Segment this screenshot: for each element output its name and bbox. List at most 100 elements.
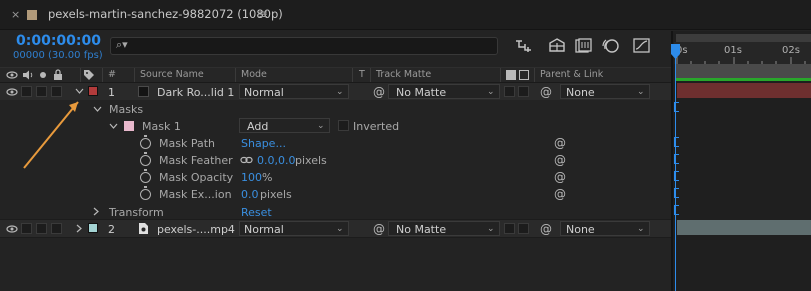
mask-path-value[interactable]: Shape... xyxy=(241,138,286,149)
layer-2-track-matte-dropdown[interactable]: No Matte ⌄ xyxy=(388,221,500,236)
draft-3d-icon[interactable] xyxy=(548,37,566,55)
layer-2-expand-chevron-icon[interactable] xyxy=(76,224,83,233)
time-ruler[interactable]: 0s 01s 02s xyxy=(674,42,811,64)
transform-expand-chevron-icon[interactable] xyxy=(93,207,100,216)
layer-2-duration-bar[interactable] xyxy=(677,220,811,235)
column-header-source-name[interactable]: Source Name xyxy=(140,70,204,80)
layer-1-duration-bar[interactable] xyxy=(677,83,811,98)
mask-opacity-row xyxy=(0,169,671,186)
lock-icon[interactable] xyxy=(53,69,63,80)
mask-1-inverted-checkbox[interactable] xyxy=(338,120,349,131)
composition-tab-title[interactable]: pexels-martin-sanchez-9882072 (1080p) xyxy=(48,8,283,21)
layer-1-track-matte-dropdown[interactable]: No Matte ⌄ xyxy=(388,84,500,99)
transform-row[interactable] xyxy=(0,203,671,220)
mask-feather-stopwatch-icon[interactable] xyxy=(140,152,151,166)
layer-2-name[interactable]: pexels-....mp4 xyxy=(157,224,235,235)
mask-path-stopwatch-icon[interactable] xyxy=(140,135,151,149)
mask-1-mode-dropdown[interactable]: Add ⌄ xyxy=(239,118,330,133)
constrain-proportions-link-icon[interactable] xyxy=(240,156,253,164)
mask-expansion-pickwhip-icon[interactable]: @ xyxy=(554,187,566,201)
column-header-mode[interactable]: Mode xyxy=(241,70,267,80)
layer-1-parent-value: None xyxy=(566,86,595,99)
audio-icon[interactable] xyxy=(22,70,34,80)
mask-feather-value[interactable]: 0.0,0.0 xyxy=(257,155,295,166)
graph-editor-icon[interactable] xyxy=(632,37,652,55)
layer-2-lock-switch[interactable] xyxy=(51,223,62,234)
column-separator xyxy=(370,68,371,82)
current-time-display[interactable]: 0:00:00:00 xyxy=(16,34,101,48)
mask-expansion-value[interactable]: 0.0 xyxy=(241,189,259,200)
mask-feather-pickwhip-icon[interactable]: @ xyxy=(554,153,566,167)
layer-1-mode-dropdown[interactable]: Normal ⌄ xyxy=(239,84,349,99)
row-divider xyxy=(0,237,671,238)
layer-2-solo-switch[interactable] xyxy=(36,223,47,234)
chevron-down-icon: ⌄ xyxy=(637,224,645,234)
track-matte-pickwhip-icon[interactable]: @ xyxy=(373,222,385,236)
column-header-parent-link[interactable]: Parent & Link xyxy=(540,70,603,80)
panel-menu-icon[interactable]: ≡ xyxy=(258,8,268,20)
matte-alpha-icon xyxy=(506,70,516,80)
layer-2-matte-switch[interactable] xyxy=(504,223,515,234)
layer-1-matte-switch-2[interactable] xyxy=(518,86,529,97)
transform-label: Transform xyxy=(109,206,164,219)
layer-1-number: 1 xyxy=(108,86,115,99)
mask-path-label: Mask Path xyxy=(159,137,215,150)
masks-expand-chevron-icon[interactable] xyxy=(93,106,102,113)
mask-expansion-stopwatch-icon[interactable] xyxy=(140,186,151,200)
layer-1-visibility-icon[interactable] xyxy=(6,87,18,97)
layer-1-parent-dropdown[interactable]: None ⌄ xyxy=(560,84,650,99)
time-navigator-bar[interactable] xyxy=(676,34,811,42)
layer-1-matte-switch[interactable] xyxy=(504,86,515,97)
mask-opacity-stopwatch-icon[interactable] xyxy=(140,169,151,183)
parent-pickwhip-icon[interactable]: @ xyxy=(540,222,552,236)
mask-1-color-swatch[interactable] xyxy=(124,121,134,131)
chevron-down-icon: ⌄ xyxy=(637,87,645,97)
layer-1-mode-value: Normal xyxy=(244,86,284,99)
label-tag-icon[interactable] xyxy=(83,69,95,81)
work-area-bar[interactable] xyxy=(676,64,811,78)
video-visibility-icon[interactable] xyxy=(6,70,18,80)
playhead-handle-icon[interactable] xyxy=(671,44,680,60)
column-header-track-matte[interactable]: Track Matte xyxy=(376,70,431,80)
mask-opacity-pickwhip-icon[interactable]: @ xyxy=(554,170,566,184)
mask-opacity-value[interactable]: 100 xyxy=(241,172,262,183)
close-tab-icon[interactable]: × xyxy=(11,9,20,20)
layer-2-track-matte-value: No Matte xyxy=(396,223,447,236)
mask-opacity-label: Mask Opacity xyxy=(159,171,234,184)
composition-mini-flowchart-icon[interactable] xyxy=(514,38,534,54)
mask-1-row[interactable] xyxy=(0,118,671,135)
mask-1-name[interactable]: Mask 1 xyxy=(142,121,181,132)
mask-path-row xyxy=(0,135,671,152)
layer-search-input[interactable] xyxy=(110,37,498,55)
layer-2-number: 2 xyxy=(108,223,115,236)
chevron-down-icon: ⌄ xyxy=(487,87,495,97)
mask-path-pickwhip-icon[interactable]: @ xyxy=(554,136,566,150)
frame-blending-icon[interactable] xyxy=(574,37,594,55)
transform-reset-link[interactable]: Reset xyxy=(241,207,272,218)
mask-expansion-unit: pixels xyxy=(260,188,292,201)
layer-2-matte-switch-2[interactable] xyxy=(518,223,529,234)
layer-2-parent-value: None xyxy=(566,223,595,236)
layer-2-visibility-icon[interactable] xyxy=(6,224,18,234)
layer-1-track-matte-value: No Matte xyxy=(396,86,447,99)
column-separator xyxy=(102,68,103,82)
layer-2-mode-value: Normal xyxy=(244,223,284,236)
layer-2-audio-switch[interactable] xyxy=(21,223,32,234)
playhead-line[interactable] xyxy=(675,44,676,291)
parent-pickwhip-icon[interactable]: @ xyxy=(540,85,552,99)
layer-2-mode-dropdown[interactable]: Normal ⌄ xyxy=(239,221,349,236)
column-header-number[interactable]: # xyxy=(108,70,116,80)
layer-2-label-color[interactable] xyxy=(88,223,98,233)
track-matte-pickwhip-icon[interactable]: @ xyxy=(373,85,385,99)
ruler-label-01s: 01s xyxy=(724,45,742,56)
column-header-t[interactable]: T xyxy=(359,70,365,80)
mask-1-expand-chevron-icon[interactable] xyxy=(109,123,118,130)
motion-blur-icon[interactable] xyxy=(602,37,620,55)
layer-2-parent-dropdown[interactable]: None ⌄ xyxy=(560,221,650,236)
layer-1-name[interactable]: Dark Ro...lid 1 xyxy=(157,87,234,98)
masks-group-label: Masks xyxy=(109,103,144,116)
column-separator xyxy=(235,68,236,82)
solo-icon[interactable] xyxy=(40,72,46,78)
mask-feather-unit: pixels xyxy=(295,154,327,167)
mask-opacity-unit: % xyxy=(262,171,273,184)
